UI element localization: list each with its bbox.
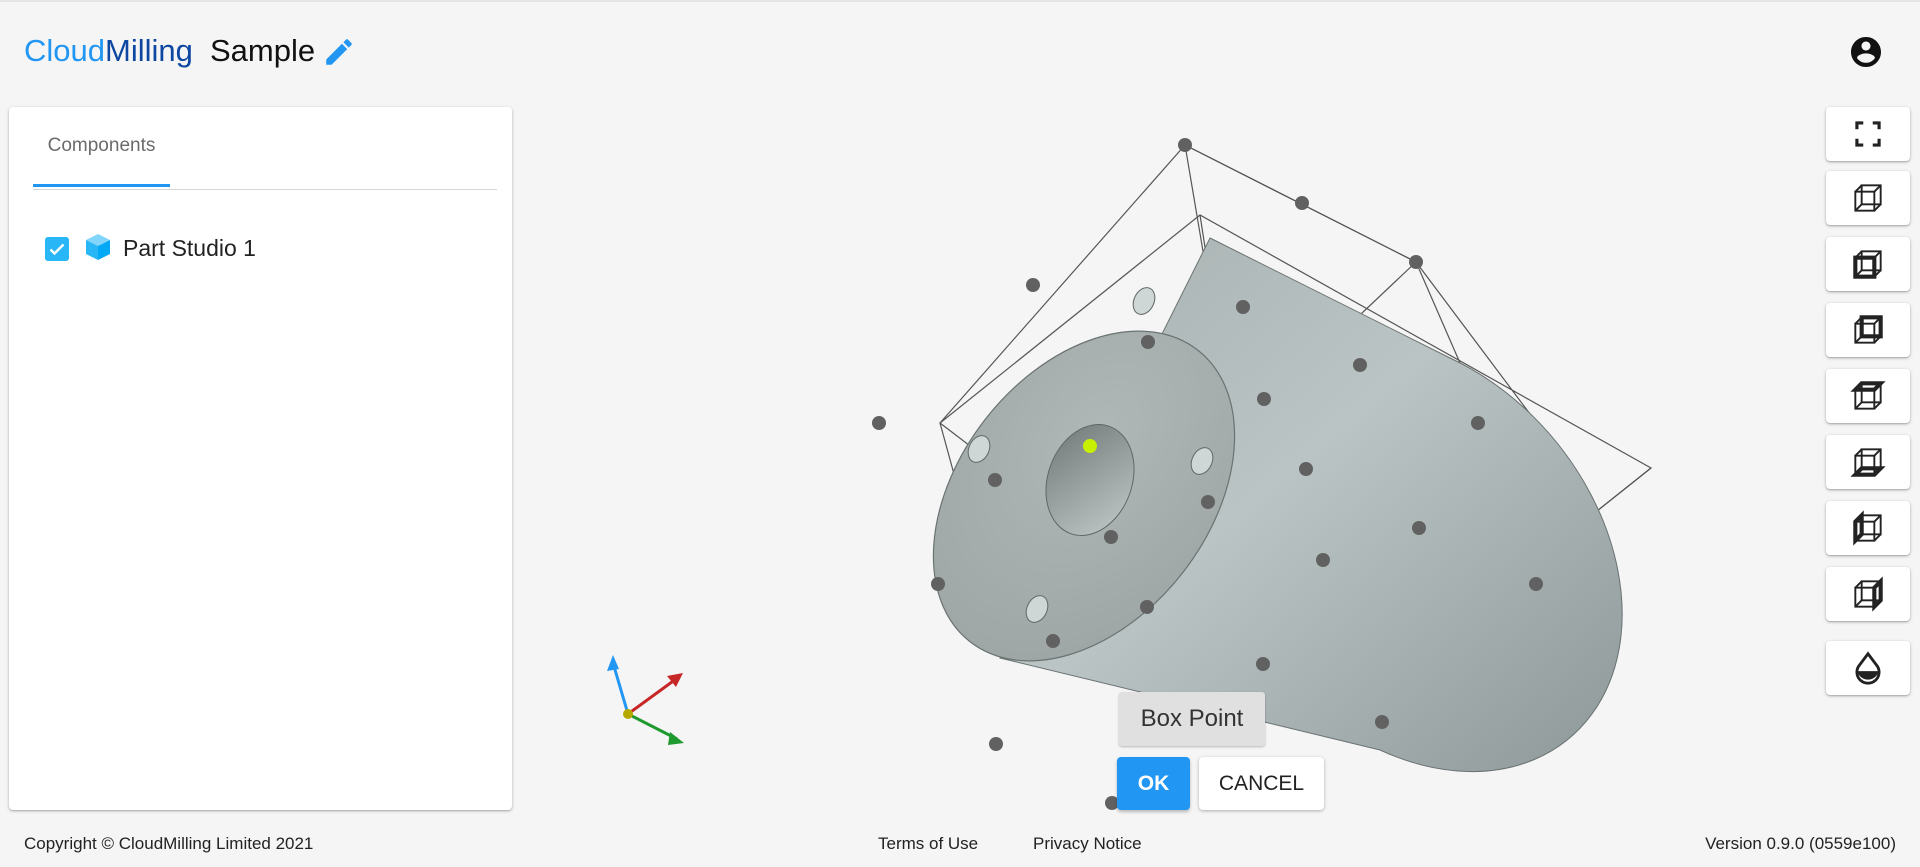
- box-point-label: Box Point: [1119, 692, 1265, 746]
- tree-item-part-studio-1[interactable]: Part Studio 1: [34, 228, 434, 268]
- check-icon: [49, 243, 65, 256]
- brand-logo[interactable]: CloudMilling: [24, 32, 193, 70]
- brand-text-milling: Milling: [105, 33, 193, 68]
- view-left-button[interactable]: [1826, 501, 1910, 555]
- terms-of-use-link[interactable]: Terms of Use: [878, 834, 978, 854]
- view-cube-back-icon: [1854, 315, 1883, 344]
- panel-tabs: Components: [33, 107, 497, 190]
- view-cube-bottom-icon: [1850, 448, 1886, 477]
- components-panel: Components: [9, 107, 512, 810]
- view-bottom-button[interactable]: [1826, 435, 1910, 489]
- view-cube-icon: [1854, 184, 1882, 212]
- view-iso-button[interactable]: [1826, 171, 1910, 225]
- view-top-button[interactable]: [1826, 369, 1910, 423]
- view-cube-top-icon: [1850, 381, 1886, 410]
- brand-text-cloud: Cloud: [24, 33, 105, 68]
- pencil-icon[interactable]: [322, 35, 356, 69]
- tab-components[interactable]: Components: [33, 107, 170, 187]
- view-cube-front-icon: [1853, 250, 1882, 279]
- account-circle-icon[interactable]: [1848, 34, 1884, 70]
- fullscreen-button[interactable]: [1826, 107, 1910, 161]
- project-title: Sample: [210, 33, 316, 68]
- top-bar: CloudMilling Sample: [0, 0, 1920, 98]
- material-button[interactable]: [1826, 641, 1910, 695]
- tab-components-label: Components: [47, 134, 156, 156]
- footer: Copyright © CloudMilling Limited 2021 Te…: [0, 818, 1920, 867]
- material-drop-icon: [1855, 651, 1881, 685]
- version-text: Version 0.9.0 (0559e100): [1705, 834, 1896, 853]
- view-cube-left-icon: [1853, 510, 1882, 546]
- view-cube-right-icon: [1854, 576, 1883, 612]
- copyright-text: Copyright © CloudMilling Limited 2021: [24, 834, 314, 853]
- ok-button[interactable]: OK: [1117, 757, 1190, 810]
- cube-icon: [86, 234, 110, 260]
- axis-triad: [607, 655, 684, 745]
- privacy-notice-link[interactable]: Privacy Notice: [1033, 834, 1142, 854]
- component-checkbox[interactable]: [45, 237, 69, 261]
- selected-point-marker[interactable]: [1083, 439, 1097, 453]
- cancel-button[interactable]: CANCEL: [1199, 757, 1324, 810]
- view-front-button[interactable]: [1826, 237, 1910, 291]
- fullscreen-icon: [1855, 121, 1881, 147]
- tree-item-label: Part Studio 1: [123, 235, 256, 261]
- view-back-button[interactable]: [1826, 303, 1910, 357]
- view-right-button[interactable]: [1826, 567, 1910, 621]
